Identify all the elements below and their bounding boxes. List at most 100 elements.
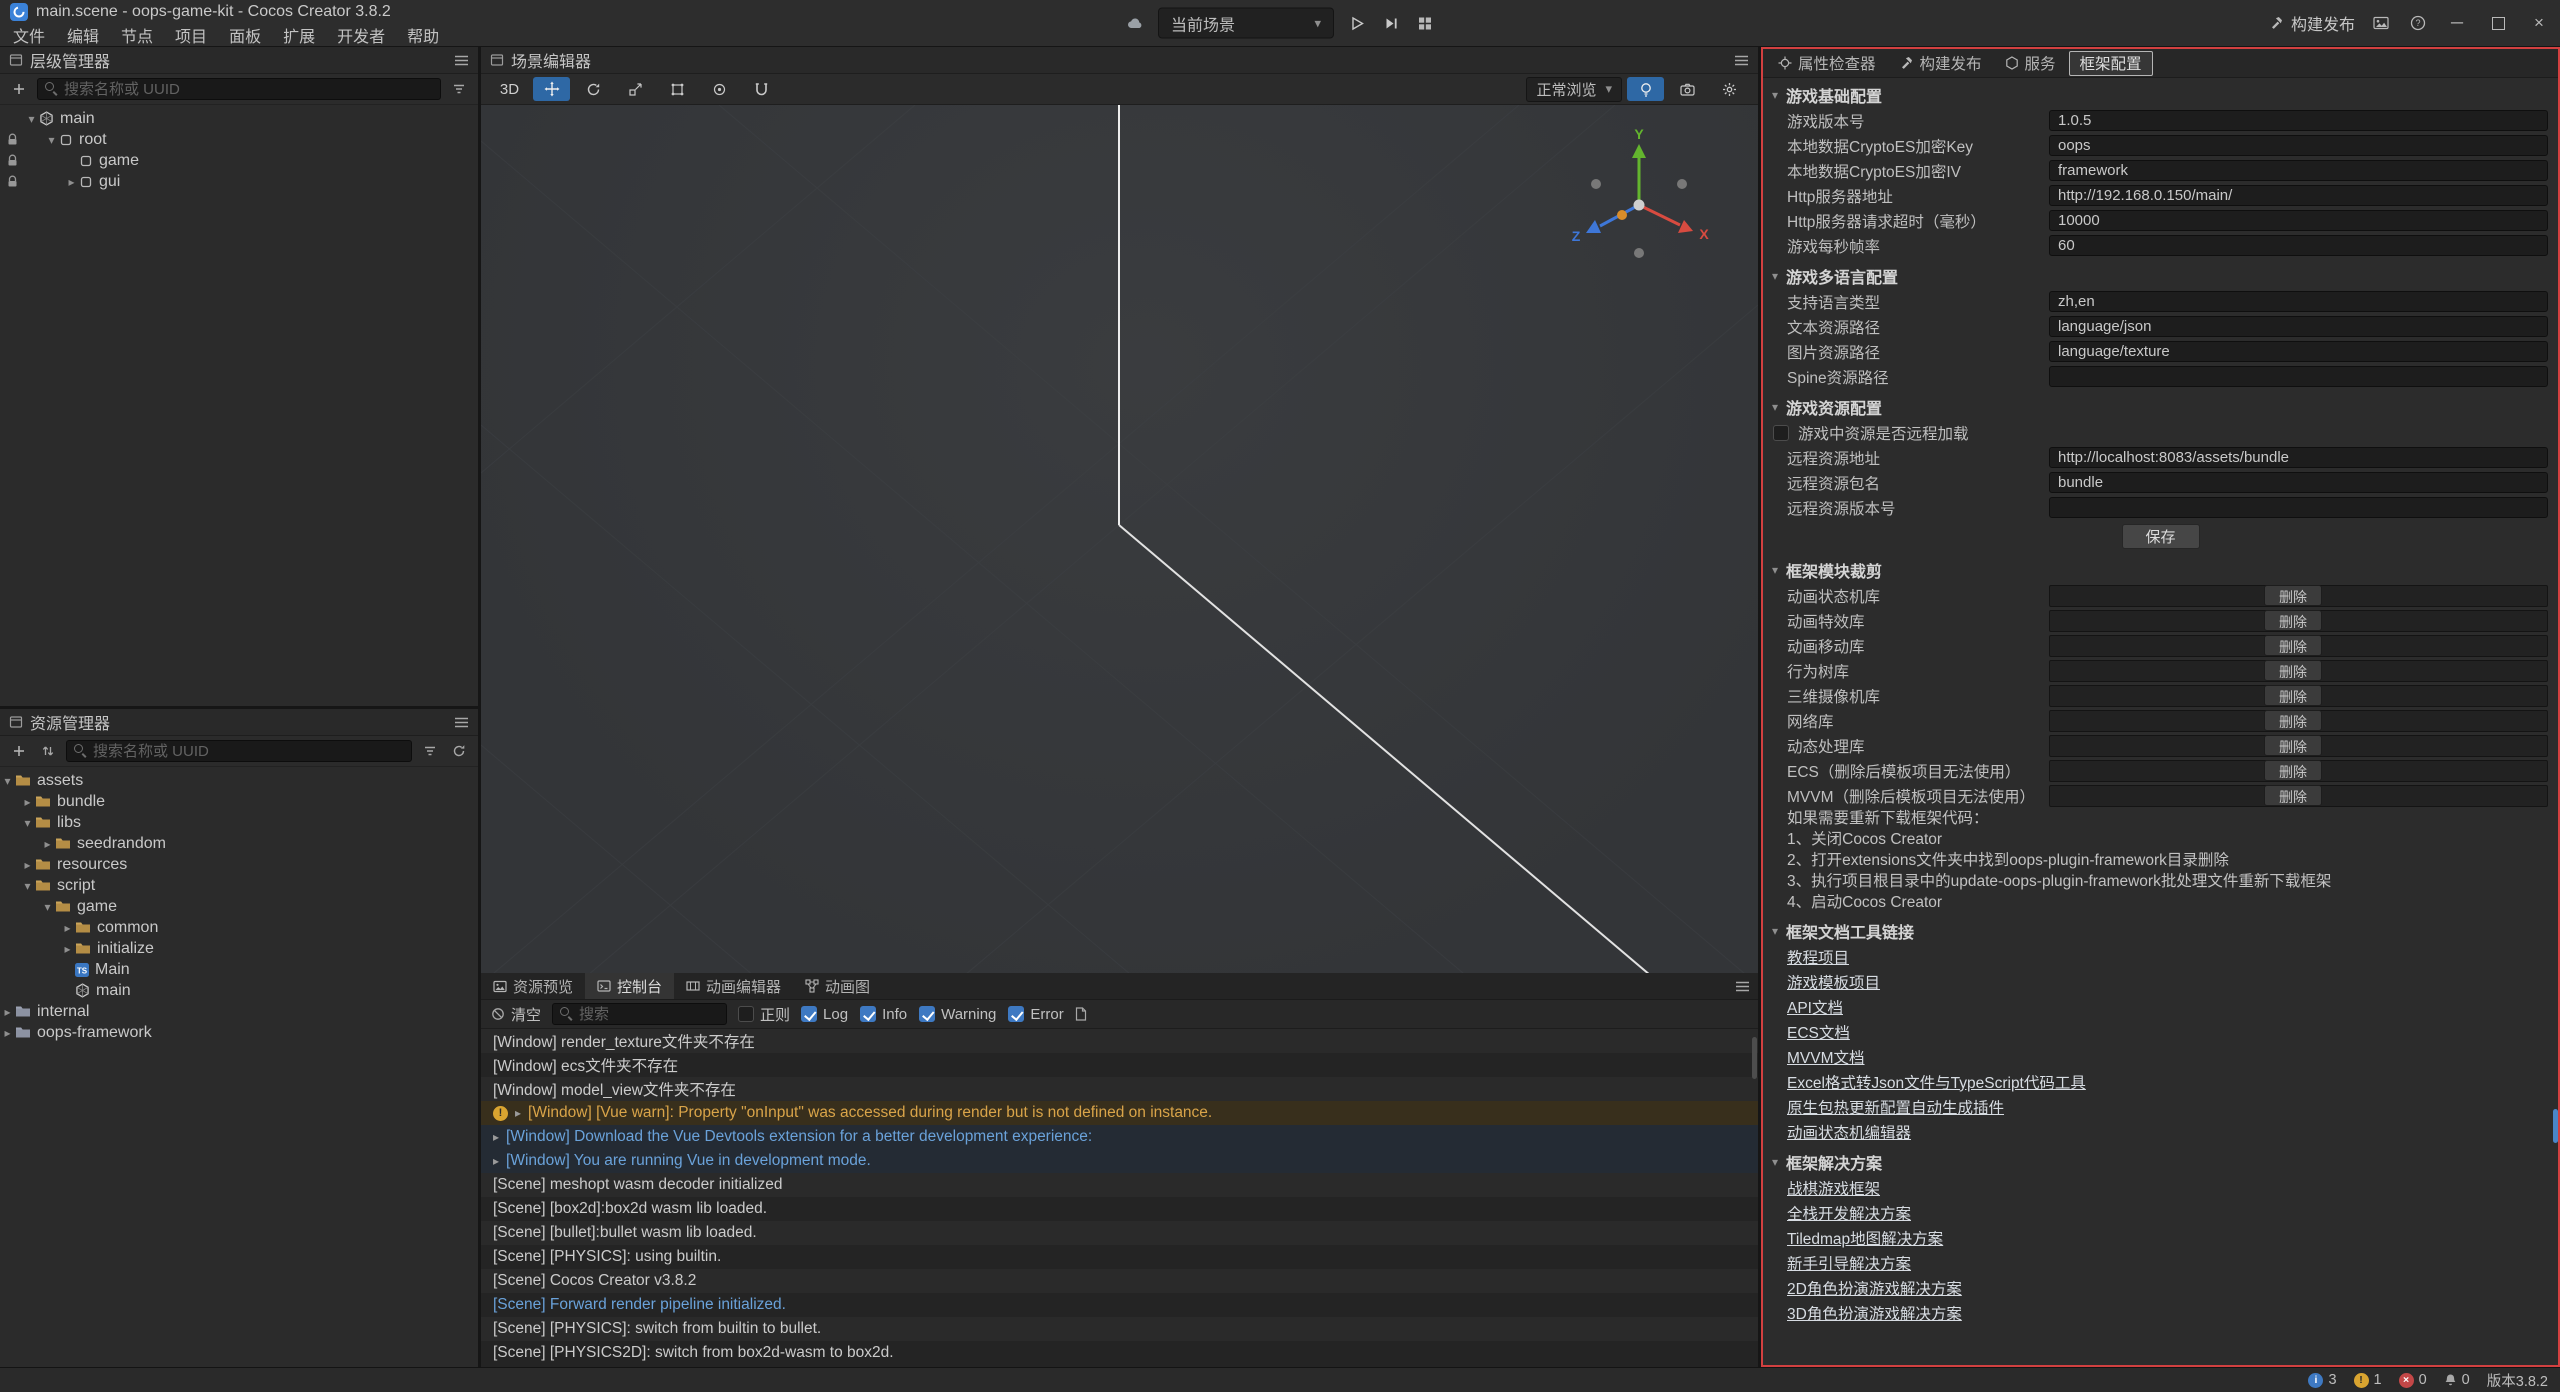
- refresh-icon[interactable]: [448, 740, 470, 762]
- filter-Info[interactable]: Info: [860, 1006, 907, 1023]
- caret-down-icon[interactable]: ▾: [0, 774, 15, 788]
- doc-link[interactable]: 教程项目: [1787, 946, 1849, 968]
- filter-icon[interactable]: [448, 78, 470, 100]
- panel-menu-icon[interactable]: [454, 54, 469, 67]
- caret-right-icon[interactable]: ▸: [60, 942, 75, 956]
- tree-node-gui[interactable]: ▸gui: [0, 171, 478, 192]
- caret-right-icon[interactable]: ▸: [515, 1106, 521, 1120]
- filter-Warning[interactable]: Warning: [919, 1006, 996, 1023]
- scrollbar-thumb[interactable]: [2553, 1109, 2558, 1143]
- delete-button[interactable]: 删除: [2264, 710, 2322, 731]
- delete-button[interactable]: 删除: [2264, 735, 2322, 756]
- menu-1[interactable]: 编辑: [56, 23, 110, 47]
- play-button[interactable]: [1346, 12, 1368, 34]
- tree-node-game[interactable]: game: [0, 150, 478, 171]
- inspector-tab-0[interactable]: 属性检查器: [1768, 49, 1886, 77]
- filter-Log[interactable]: Log: [801, 1006, 848, 1023]
- panel-menu-icon[interactable]: [1734, 54, 1749, 67]
- delete-button[interactable]: 删除: [2264, 760, 2322, 781]
- layout-button[interactable]: [1414, 12, 1436, 34]
- save-button[interactable]: 保存: [2122, 524, 2200, 549]
- caret-down-icon[interactable]: ▾: [20, 816, 35, 830]
- tree-node-Main[interactable]: TSMain: [0, 959, 478, 980]
- tree-node-seedrandom[interactable]: ▸seedrandom: [0, 833, 478, 854]
- doc-link[interactable]: MVVM文档: [1787, 1046, 1865, 1068]
- prop-input[interactable]: [2049, 160, 2548, 181]
- doc-link[interactable]: 动画状态机编辑器: [1787, 1121, 1911, 1143]
- doc-link[interactable]: 2D角色扮演游戏解决方案: [1787, 1277, 1962, 1299]
- rect-tool-button[interactable]: [659, 77, 696, 101]
- tree-node-main[interactable]: main: [0, 980, 478, 1001]
- menu-5[interactable]: 扩展: [272, 23, 326, 47]
- menu-2[interactable]: 节点: [110, 23, 164, 47]
- view-mode-select[interactable]: 正常浏览 ▾: [1526, 77, 1622, 102]
- log-row[interactable]: !▸[Window] [Vue warn]: Property "onInput…: [481, 1101, 1758, 1125]
- doc-link[interactable]: 游戏模板项目: [1787, 971, 1880, 993]
- prop-input[interactable]: [2049, 447, 2548, 468]
- remote-load-checkbox[interactable]: [1773, 425, 1789, 441]
- checkbox-icon[interactable]: [919, 1006, 935, 1022]
- prop-input[interactable]: [2049, 291, 2548, 312]
- caret-right-icon[interactable]: ▸: [0, 1026, 15, 1040]
- scrollbar-thumb[interactable]: [1752, 1037, 1757, 1079]
- caret-right-icon[interactable]: ▸: [493, 1154, 499, 1168]
- menu-3[interactable]: 项目: [164, 23, 218, 47]
- log-row[interactable]: [Scene] [box2d]:box2d wasm lib loaded.: [481, 1197, 1758, 1221]
- prop-input[interactable]: [2049, 366, 2548, 387]
- console-tab-1[interactable]: 控制台: [585, 973, 674, 999]
- prop-input[interactable]: [2049, 235, 2548, 256]
- filter-icon[interactable]: [419, 740, 441, 762]
- scene-selector[interactable]: 当前场景 ▾: [1158, 8, 1334, 39]
- tree-node-game[interactable]: ▾game: [0, 896, 478, 917]
- log-row[interactable]: [Scene] Forward render pipeline initiali…: [481, 1293, 1758, 1317]
- log-row[interactable]: [Window] ecs文件夹不存在: [481, 1053, 1758, 1077]
- section-header[interactable]: ▾游戏资源配置: [1763, 393, 2558, 420]
- caret-right-icon[interactable]: ▸: [60, 921, 75, 935]
- move-tool-button[interactable]: [533, 77, 570, 101]
- log-row[interactable]: [Scene] Cocos Creator v3.8.2: [481, 1269, 1758, 1293]
- light-toggle-button[interactable]: [1627, 77, 1664, 101]
- tree-node-common[interactable]: ▸common: [0, 917, 478, 938]
- tree-node-libs[interactable]: ▾libs: [0, 812, 478, 833]
- inspector-tab-1[interactable]: 构建发布: [1889, 49, 1992, 77]
- log-row[interactable]: [Window] render_texture文件夹不存在: [481, 1029, 1758, 1053]
- prop-input[interactable]: [2049, 185, 2548, 206]
- prop-input[interactable]: [2049, 210, 2548, 231]
- maximize-button[interactable]: [2485, 17, 2511, 30]
- doc-link[interactable]: 原生包热更新配置自动生成插件: [1787, 1096, 2004, 1118]
- doc-link[interactable]: 新手引导解决方案: [1787, 1252, 1911, 1274]
- close-button[interactable]: ×: [2526, 13, 2552, 33]
- tree-node-assets[interactable]: ▾assets: [0, 770, 478, 791]
- sort-icon[interactable]: [37, 740, 59, 762]
- doc-link[interactable]: API文档: [1787, 996, 1843, 1018]
- delete-button[interactable]: 删除: [2264, 585, 2322, 606]
- tree-node-oops-framework[interactable]: ▸oops-framework: [0, 1022, 478, 1043]
- log-row[interactable]: [Window] model_view文件夹不存在: [481, 1077, 1758, 1101]
- doc-link[interactable]: 战棋游戏框架: [1787, 1177, 1880, 1199]
- tree-node-script[interactable]: ▾script: [0, 875, 478, 896]
- prop-input[interactable]: [2049, 316, 2548, 337]
- doc-link[interactable]: 3D角色扮演游戏解决方案: [1787, 1302, 1962, 1324]
- log-row[interactable]: [Scene] meshopt wasm decoder initialized: [481, 1173, 1758, 1197]
- caret-down-icon[interactable]: ▾: [44, 133, 59, 147]
- delete-button[interactable]: 删除: [2264, 610, 2322, 631]
- log-row[interactable]: ▸[Window] Download the Vue Devtools exte…: [481, 1125, 1758, 1149]
- checkbox-icon[interactable]: [801, 1006, 817, 1022]
- filter-Error[interactable]: Error: [1008, 1006, 1063, 1023]
- log-file-icon[interactable]: [1075, 1007, 1087, 1021]
- delete-button[interactable]: 删除: [2264, 660, 2322, 681]
- log-row[interactable]: [Scene] [PHYSICS2D]: switch from box2d-w…: [481, 1341, 1758, 1365]
- assets-search-input[interactable]: [66, 740, 412, 762]
- axis-y-label[interactable]: Y: [1634, 127, 1644, 142]
- mode-3d-button[interactable]: 3D: [491, 77, 528, 101]
- prop-input[interactable]: [2049, 110, 2548, 131]
- tree-node-main[interactable]: ▾main: [0, 108, 478, 129]
- panel-menu-icon[interactable]: [1735, 980, 1750, 993]
- snap-tool-button[interactable]: [743, 77, 780, 101]
- scene-viewport[interactable]: Y X Z: [481, 105, 1758, 973]
- checkbox-icon[interactable]: [1008, 1006, 1024, 1022]
- log-row[interactable]: [Scene] [PHYSICS]: using builtin.: [481, 1245, 1758, 1269]
- prop-input[interactable]: [2049, 472, 2548, 493]
- inspector-tab-2[interactable]: 服务: [1995, 49, 2066, 77]
- pivot-tool-button[interactable]: [701, 77, 738, 101]
